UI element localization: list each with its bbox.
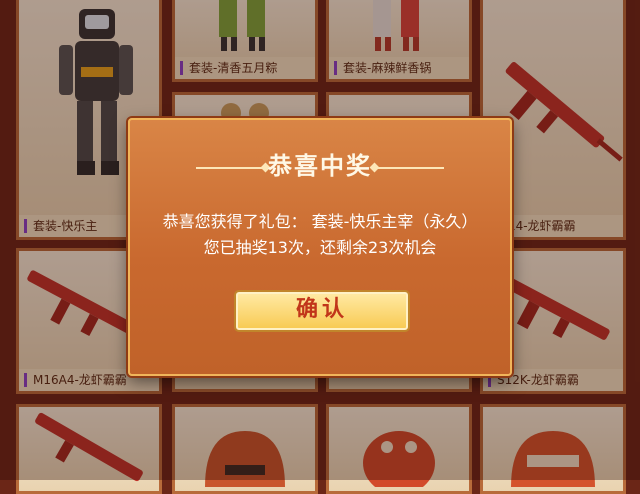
prize-dialog: 恭喜中奖 恭喜您获得了礼包： 套装-快乐主宰（永久） 您已抽奖13次，还剩余23… (128, 118, 512, 376)
title-decoration-right (374, 167, 444, 169)
draw-count-message: 您已抽奖13次，还剩余23次机会 (203, 238, 437, 257)
confirm-button[interactable]: 确认 (236, 292, 408, 330)
prize-message: 恭喜您获得了礼包： 套装-快乐主宰（永久） (162, 212, 478, 231)
dialog-title: 恭喜中奖 (268, 152, 372, 180)
